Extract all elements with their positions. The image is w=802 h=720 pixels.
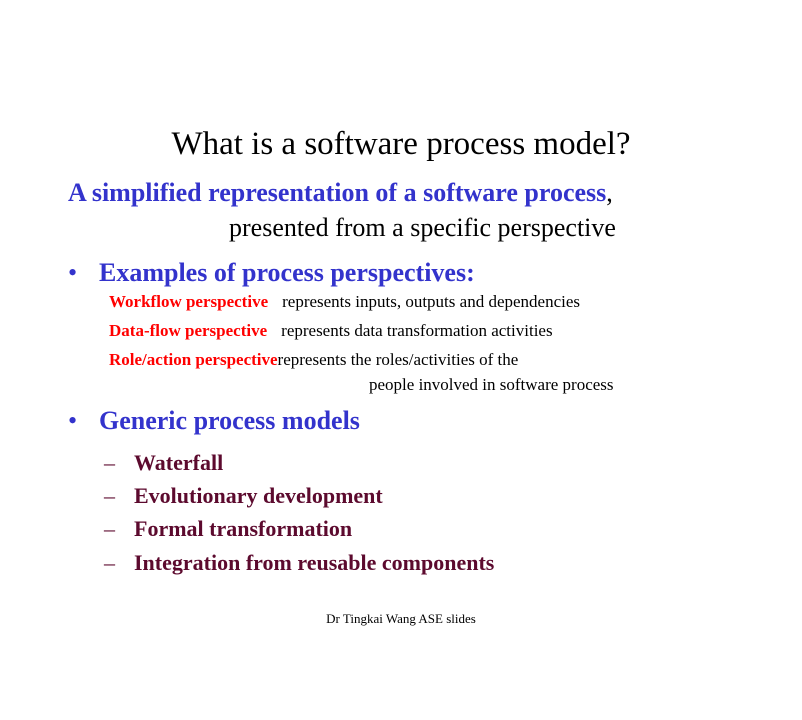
slide: What is a software process model? A simp… (0, 0, 802, 720)
generic-heading: Generic process models (99, 406, 360, 435)
dash-marker: – (104, 483, 115, 508)
generic-item-label: Formal transformation (134, 516, 353, 541)
perspective-item-dataflow: Data-flow perspective represents data tra… (109, 320, 553, 342)
definition-line: A simplified representation of a softwar… (68, 176, 613, 210)
bullet-examples: • Examples of process perspectives: (68, 256, 628, 290)
perspective-name: Data-flow perspective (109, 321, 268, 340)
bullet-dot: • (68, 258, 78, 287)
dash-marker: – (104, 550, 115, 575)
definition-emphasis: A simplified representation of a softwar… (68, 178, 607, 207)
perspective-description: represents inputs, outputs and dependenc… (282, 292, 581, 311)
examples-heading: Examples of process perspectives: (99, 258, 475, 287)
dash-marker: – (104, 450, 115, 475)
definition-comma: , (606, 178, 613, 207)
perspective-name: Role/action perspective (109, 350, 278, 369)
perspective-description: represents data transformation activitie… (281, 321, 553, 340)
perspective-description-continuation: people involved in software process (369, 375, 614, 394)
perspective-name: Workflow perspective (109, 292, 269, 311)
slide-title: What is a software process model? (171, 126, 631, 162)
generic-item-label: Waterfall (134, 450, 224, 475)
definition-continuation: presented from a specific perspective (229, 213, 616, 242)
slide-footer: Dr Tingkai Wang ASE slides (326, 611, 476, 626)
perspective-item-workflow: Workflow perspective represents inputs, o… (109, 291, 580, 313)
generic-item-label: Evolutionary development (134, 483, 383, 508)
generic-item-label: Integration from reusable components (134, 550, 495, 575)
bullet-generic: • Generic process models (68, 404, 628, 438)
bullet-dot: • (68, 406, 78, 435)
dash-marker: – (104, 516, 115, 541)
perspective-description: represents the roles/activities of the (277, 350, 519, 369)
perspective-item-role-action: Role/action perspectiverepresents the ro… (109, 349, 518, 371)
